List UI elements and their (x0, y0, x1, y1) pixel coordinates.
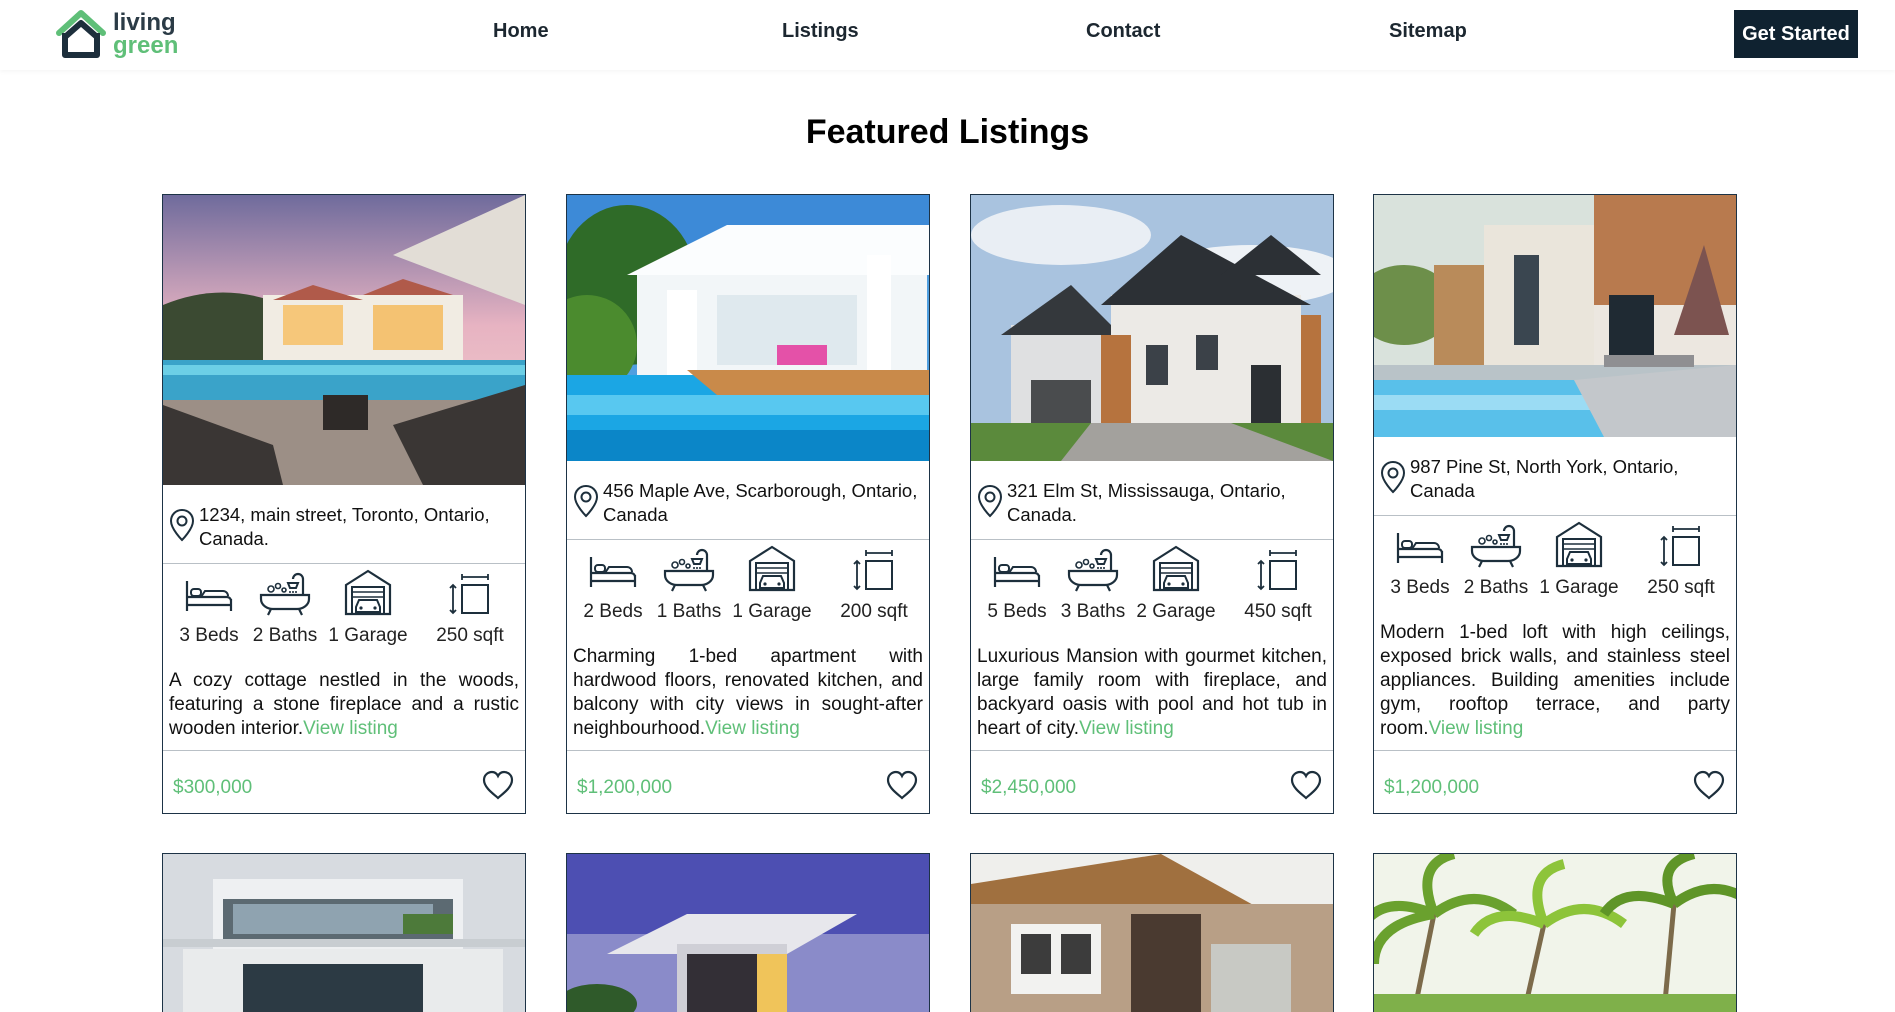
view-listing-link[interactable]: View listing (705, 718, 800, 739)
bathtub-icon (661, 547, 717, 593)
garage-icon (1151, 543, 1201, 593)
listing-photo[interactable] (163, 854, 525, 1012)
listing-photo[interactable] (1374, 195, 1736, 437)
logo-text-living: living (113, 9, 176, 36)
listing-description: Modern 1-bed loft with high ceilings, ex… (1380, 621, 1730, 741)
listing-features: 3 Beds 2 Baths 1 Garage 250 sqft (1374, 527, 1736, 611)
nav-sitemap[interactable]: Sitemap (1389, 20, 1467, 43)
beds-count: 2 Beds (583, 601, 643, 622)
area-icon (448, 573, 492, 617)
listing-description: Charming 1-bed apartment with hardwood f… (573, 645, 923, 741)
garage-icon (747, 543, 797, 593)
listing-card[interactable]: 987 Pine St, North York, Ontario, Canada… (1373, 194, 1737, 814)
garage-count: 1 Garage (732, 601, 812, 622)
nav-listings[interactable]: Listings (782, 20, 859, 43)
listing-price: $1,200,000 (1384, 777, 1480, 798)
nav-home[interactable]: Home (493, 20, 549, 43)
listing-description: Luxurious Mansion with gourmet kitchen, … (977, 645, 1327, 741)
garage-count: 2 Garage (1136, 601, 1216, 622)
nav-contact[interactable]: Contact (1086, 20, 1160, 43)
listing-photo[interactable] (163, 195, 525, 485)
garage-count: 1 Garage (328, 625, 408, 646)
listing-features: 5 Beds 3 Baths 2 Garage 450 sqft (971, 551, 1333, 635)
listing-photo[interactable] (567, 854, 929, 1012)
listing-address: 321 Elm St, Mississauga, Ontario, Canada… (1007, 480, 1286, 525)
baths-count: 3 Baths (1060, 601, 1126, 622)
bathtub-icon (257, 571, 313, 617)
area-icon (1659, 525, 1703, 569)
bathtub-icon (1468, 523, 1524, 569)
listing-photo[interactable] (971, 854, 1333, 1012)
beds-count: 3 Beds (1390, 577, 1450, 598)
listing-features: 2 Beds 1 Baths 1 Garage 200 sqft (567, 551, 929, 635)
listing-card[interactable] (566, 853, 930, 1012)
location-pin-icon (977, 484, 1003, 518)
location-pin-icon (573, 484, 599, 518)
listing-photo[interactable] (971, 195, 1333, 461)
listing-card[interactable] (162, 853, 526, 1012)
area-size: 450 sqft (1244, 601, 1312, 622)
listing-features: 3 Beds 2 Baths 1 Garage 250 sqft (163, 575, 525, 659)
listing-address: 987 Pine St, North York, Ontario, Canada (1410, 456, 1679, 501)
listing-photo[interactable] (1374, 854, 1736, 1012)
listing-address: 456 Maple Ave, Scarborough, Ontario, Can… (603, 480, 918, 525)
listing-card[interactable] (970, 853, 1334, 1012)
view-listing-link[interactable]: View listing (1079, 718, 1174, 739)
area-size: 250 sqft (436, 625, 504, 646)
logo[interactable]: living green (55, 9, 178, 59)
listing-price: $300,000 (173, 777, 253, 798)
area-icon (1256, 549, 1300, 593)
listing-card[interactable]: 456 Maple Ave, Scarborough, Ontario, Can… (566, 194, 930, 814)
bed-icon (1394, 527, 1446, 569)
favorite-heart-icon[interactable] (481, 769, 515, 801)
house-logo-icon (56, 10, 106, 58)
view-listing-link[interactable]: View listing (303, 718, 398, 739)
baths-count: 2 Baths (1463, 577, 1529, 598)
navbar: living green Home Listings Contact Sitem… (0, 0, 1895, 70)
garage-icon (343, 567, 393, 617)
get-started-button[interactable]: Get Started (1734, 10, 1858, 58)
listing-card[interactable]: 1234, main street, Toronto, Ontario, Can… (162, 194, 526, 814)
garage-icon (1554, 519, 1604, 569)
listing-card[interactable] (1373, 853, 1737, 1012)
page-title: Featured Listings (805, 113, 1090, 151)
bathtub-icon (1065, 547, 1121, 593)
bed-icon (183, 575, 235, 617)
garage-count: 1 Garage (1539, 577, 1619, 598)
location-pin-icon (169, 508, 195, 542)
bed-icon (587, 551, 639, 593)
listing-price: $1,200,000 (577, 777, 673, 798)
listing-photo[interactable] (567, 195, 929, 461)
view-listing-link[interactable]: View listing (1429, 718, 1524, 739)
area-size: 250 sqft (1647, 577, 1715, 598)
favorite-heart-icon[interactable] (1692, 769, 1726, 801)
favorite-heart-icon[interactable] (885, 769, 919, 801)
baths-count: 2 Baths (252, 625, 318, 646)
baths-count: 1 Baths (656, 601, 722, 622)
area-icon (852, 549, 896, 593)
bed-icon (991, 551, 1043, 593)
listing-card[interactable]: 321 Elm St, Mississauga, Ontario, Canada… (970, 194, 1334, 814)
location-pin-icon (1380, 460, 1406, 494)
area-size: 200 sqft (840, 601, 908, 622)
beds-count: 5 Beds (987, 601, 1047, 622)
listing-description: A cozy cottage nestled in the woods, fea… (169, 669, 519, 741)
favorite-heart-icon[interactable] (1289, 769, 1323, 801)
listing-address: 1234, main street, Toronto, Ontario, Can… (199, 504, 490, 549)
logo-text-green: green (113, 32, 179, 59)
listing-price: $2,450,000 (981, 777, 1077, 798)
beds-count: 3 Beds (179, 625, 239, 646)
